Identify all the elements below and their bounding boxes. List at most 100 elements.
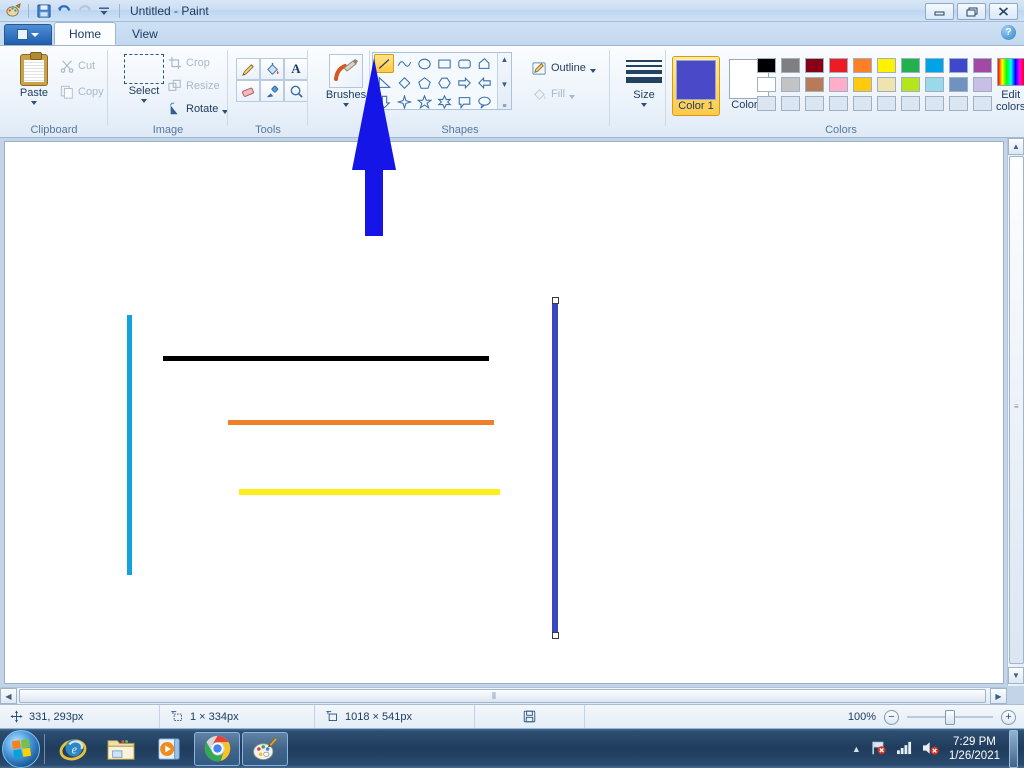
customize-quick-access-icon[interactable] — [95, 2, 113, 20]
selection-handle-bottom[interactable] — [552, 632, 559, 639]
color-picker-tool-button[interactable] — [260, 80, 284, 102]
scroll-right-button[interactable]: ▶ — [990, 688, 1007, 704]
blue-vertical-line-selected[interactable] — [552, 301, 558, 635]
start-button[interactable] — [2, 730, 40, 768]
palette-swatch-2-5[interactable] — [874, 94, 898, 113]
orange-horizontal-line[interactable] — [228, 420, 494, 425]
magnifier-tool-button[interactable] — [284, 80, 308, 102]
zoom-slider-thumb[interactable] — [945, 710, 955, 725]
eraser-tool-button[interactable] — [236, 80, 260, 102]
shape-pentagon[interactable] — [414, 73, 434, 92]
scroll-left-button[interactable]: ◀ — [0, 688, 17, 704]
yellow-horizontal-line[interactable] — [239, 489, 500, 495]
save-icon[interactable] — [35, 2, 53, 20]
show-desktop-button[interactable] — [1009, 730, 1018, 768]
size-button[interactable]: Size — [618, 60, 670, 107]
drawing-canvas[interactable] — [4, 141, 1004, 684]
zoom-in-button[interactable]: + — [1001, 710, 1016, 725]
palette-swatch-1-1[interactable] — [778, 75, 802, 94]
volume-muted-icon[interactable] — [922, 740, 940, 759]
shape-polygon[interactable] — [474, 54, 494, 73]
color-palette[interactable] — [754, 56, 994, 113]
color-1-button[interactable]: Color 1 — [672, 56, 720, 116]
undo-icon[interactable] — [55, 2, 73, 20]
palette-swatch-2-2[interactable] — [802, 94, 826, 113]
palette-swatch-2-6[interactable] — [898, 94, 922, 113]
palette-swatch-0-8[interactable] — [946, 56, 970, 75]
close-button[interactable] — [989, 3, 1018, 20]
palette-swatch-2-0[interactable] — [754, 94, 778, 113]
shape-rounded-callout[interactable] — [454, 92, 474, 110]
cut-button[interactable]: Cut — [60, 56, 104, 76]
palette-swatch-2-7[interactable] — [922, 94, 946, 113]
help-icon[interactable]: ? — [1001, 25, 1016, 40]
palette-swatch-0-5[interactable] — [874, 56, 898, 75]
pencil-tool-button[interactable] — [236, 58, 260, 80]
scroll-down-button[interactable]: ▼ — [1008, 667, 1024, 684]
maximize-button[interactable] — [957, 3, 986, 20]
cyan-vertical-line[interactable] — [127, 315, 132, 575]
text-tool-button[interactable]: A — [284, 58, 308, 80]
palette-swatch-1-0[interactable] — [754, 75, 778, 94]
shape-line[interactable] — [374, 54, 394, 73]
palette-swatch-2-9[interactable] — [970, 94, 994, 113]
paint-icon[interactable] — [4, 2, 22, 20]
palette-swatch-0-6[interactable] — [898, 56, 922, 75]
network-problem-icon[interactable] — [870, 740, 887, 759]
taskbar-paint[interactable] — [242, 732, 288, 766]
palette-swatch-2-1[interactable] — [778, 94, 802, 113]
shape-right-triangle[interactable] — [374, 73, 394, 92]
shape-hexagon[interactable] — [434, 73, 454, 92]
palette-swatch-1-9[interactable] — [970, 75, 994, 94]
palette-swatch-1-3[interactable] — [826, 75, 850, 94]
scroll-up-button[interactable]: ▲ — [1008, 138, 1024, 155]
shapes-gallery[interactable]: ▲ ▼ ≡ — [372, 52, 512, 110]
selection-handle-top[interactable] — [552, 297, 559, 304]
canvas-horizontal-scrollbar[interactable]: ◀ ⦀ ▶ — [0, 687, 1007, 704]
expand-gallery-icon[interactable]: ≡ — [502, 104, 506, 109]
shape-oval[interactable] — [414, 54, 434, 73]
palette-swatch-0-7[interactable] — [922, 56, 946, 75]
palette-swatch-1-2[interactable] — [802, 75, 826, 94]
file-menu-button[interactable] — [4, 24, 52, 45]
palette-swatch-0-0[interactable] — [754, 56, 778, 75]
shape-four-point-star[interactable] — [394, 92, 414, 110]
signal-bars-icon[interactable] — [896, 740, 913, 758]
palette-swatch-2-4[interactable] — [850, 94, 874, 113]
palette-swatch-1-6[interactable] — [898, 75, 922, 94]
vertical-scroll-thumb[interactable]: ≡ — [1009, 156, 1024, 664]
rotate-button[interactable]: Rotate — [168, 99, 228, 119]
palette-swatch-0-2[interactable] — [802, 56, 826, 75]
copy-button[interactable]: Copy — [60, 82, 104, 102]
edit-colors-button[interactable]: Edit colors — [996, 58, 1024, 113]
minimize-button[interactable] — [925, 3, 954, 20]
paste-button[interactable]: Paste — [8, 54, 60, 105]
palette-swatch-0-3[interactable] — [826, 56, 850, 75]
shape-curve[interactable] — [394, 54, 414, 73]
outline-button[interactable]: Outline — [532, 58, 596, 78]
crop-button[interactable]: Crop — [168, 53, 228, 73]
resize-button[interactable]: Resize — [168, 76, 228, 96]
palette-swatch-0-1[interactable] — [778, 56, 802, 75]
shape-down-arrow[interactable] — [374, 92, 394, 110]
palette-swatch-2-8[interactable] — [946, 94, 970, 113]
shape-oval-callout[interactable] — [474, 92, 494, 110]
zoom-out-button[interactable]: − — [884, 710, 899, 725]
black-horizontal-line[interactable] — [163, 356, 489, 361]
shape-right-arrow[interactable] — [454, 73, 474, 92]
fill-button[interactable]: Fill — [532, 84, 596, 104]
horizontal-scroll-thumb[interactable]: ⦀ — [19, 689, 986, 703]
shape-left-arrow[interactable] — [474, 73, 494, 92]
palette-swatch-0-9[interactable] — [970, 56, 994, 75]
palette-swatch-1-4[interactable] — [850, 75, 874, 94]
palette-swatch-2-3[interactable] — [826, 94, 850, 113]
show-hidden-icons-arrow[interactable]: ▲ — [852, 744, 861, 754]
scroll-up-icon[interactable]: ▲ — [501, 55, 509, 64]
shape-rectangle[interactable] — [434, 54, 454, 73]
shapes-gallery-scrollbar[interactable]: ▲ ▼ ≡ — [497, 53, 511, 110]
taskbar-google-chrome[interactable] — [194, 732, 240, 766]
tab-view[interactable]: View — [118, 23, 172, 45]
brushes-button[interactable]: Brushes — [320, 54, 372, 107]
fill-with-color-tool-button[interactable] — [260, 58, 284, 80]
select-button[interactable]: Select — [118, 54, 170, 103]
